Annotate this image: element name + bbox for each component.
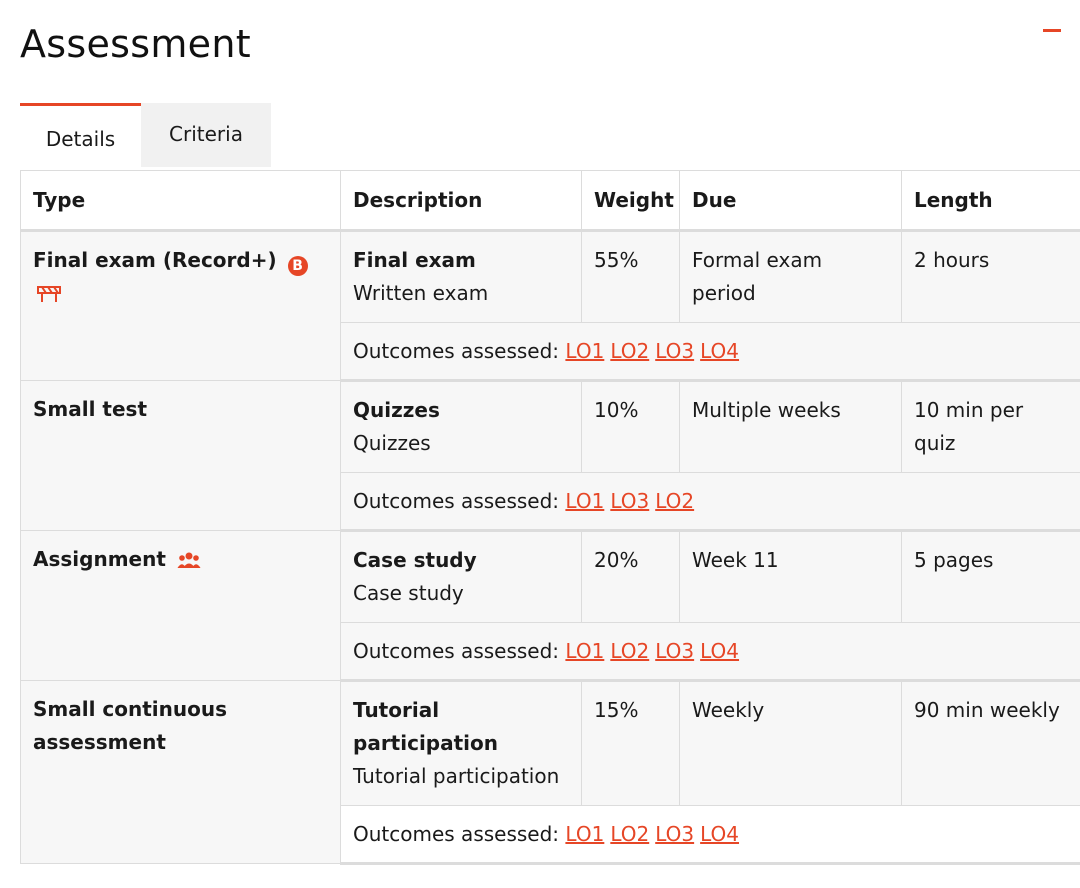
description-cell: Case study Case study	[340, 530, 582, 623]
outcome-link-lo2[interactable]: LO2	[610, 339, 649, 363]
type-label: Assignment	[33, 547, 166, 571]
description-subtitle: Quizzes	[353, 431, 431, 455]
type-cell: Small continuous assessment	[20, 680, 341, 864]
weight-cell: 10%	[581, 380, 680, 473]
due-cell: Weekly	[679, 680, 902, 806]
description-subtitle: Tutorial participation	[353, 764, 560, 788]
weight-cell: 55%	[581, 230, 680, 323]
outcomes-cell: Outcomes assessed: LO1 LO2 LO3 LO4	[340, 622, 1080, 682]
outcome-link-lo1[interactable]: LO1	[565, 822, 604, 846]
outcome-link-lo3[interactable]: LO3	[655, 339, 694, 363]
outcome-link-lo2[interactable]: LO2	[610, 639, 649, 663]
tab-details[interactable]: Details	[20, 103, 141, 167]
length-cell: 2 hours	[901, 230, 1080, 323]
tab-criteria[interactable]: Criteria	[141, 103, 271, 167]
outcomes-label: Outcomes assessed:	[353, 488, 560, 513]
outcomes-label: Outcomes assessed:	[353, 638, 560, 663]
description-title: Final exam	[353, 248, 476, 272]
weight-cell: 20%	[581, 530, 680, 623]
description-cell: Final exam Written exam	[340, 230, 582, 323]
outcome-link-lo1[interactable]: LO1	[565, 639, 604, 663]
outcome-link-lo3[interactable]: LO3	[655, 639, 694, 663]
outcomes-cell: Outcomes assessed: LO1 LO2 LO3 LO4	[340, 805, 1080, 865]
page-title: Assessment	[20, 22, 251, 66]
description-subtitle: Written exam	[353, 281, 489, 305]
outcome-link-lo1[interactable]: LO1	[565, 339, 604, 363]
table-header-row: Type Description Weight Due Length	[20, 170, 1080, 232]
table-row: Final exam (Record+) B Final exam Writte…	[20, 230, 1080, 381]
due-cell: Formal exam period	[679, 230, 902, 323]
column-header-due: Due	[679, 170, 902, 232]
type-label: Small test	[33, 397, 148, 421]
table-row: Small continuous assessment Tutorial par…	[20, 680, 1080, 864]
collapse-icon[interactable]	[1043, 29, 1061, 32]
type-cell: Assignment	[20, 530, 341, 681]
outcome-link-lo4[interactable]: LO4	[700, 639, 739, 663]
outcome-link-lo3[interactable]: LO3	[655, 822, 694, 846]
outcomes-label: Outcomes assessed:	[353, 821, 560, 846]
length-cell: 5 pages	[901, 530, 1080, 623]
tab-bar: Details Criteria	[20, 103, 271, 167]
column-header-weight: Weight	[581, 170, 680, 232]
column-header-type: Type	[20, 170, 341, 232]
type-cell: Final exam (Record+) B	[20, 230, 341, 381]
length-cell: 10 min per quiz	[901, 380, 1080, 473]
group-work-icon[interactable]	[177, 551, 201, 569]
description-title: Tutorial participation	[353, 698, 499, 755]
weight-cell: 15%	[581, 680, 680, 806]
description-title: Case study	[353, 548, 477, 572]
outcome-link-lo4[interactable]: LO4	[700, 339, 739, 363]
due-cell: Week 11	[679, 530, 902, 623]
outcome-link-lo2[interactable]: LO2	[610, 822, 649, 846]
barrier-icon[interactable]	[37, 285, 61, 303]
assessment-table: Type Description Weight Due Length Final…	[20, 170, 1080, 865]
description-cell: Tutorial participation Tutorial particip…	[340, 680, 582, 806]
outcome-link-lo1[interactable]: LO1	[565, 489, 604, 513]
table-row: Small test Quizzes Quizzes 10% Multiple …	[20, 380, 1080, 531]
due-cell: Multiple weeks	[679, 380, 902, 473]
assessment-table-container: Type Description Weight Due Length Final…	[20, 170, 1080, 865]
description-title: Quizzes	[353, 398, 440, 422]
hurdle-b-icon[interactable]: B	[287, 256, 308, 276]
table-row: Assignment Case study Case study 20% Wee…	[20, 530, 1080, 681]
description-cell: Quizzes Quizzes	[340, 380, 582, 473]
type-cell: Small test	[20, 380, 341, 531]
outcomes-cell: Outcomes assessed: LO1 LO2 LO3 LO4	[340, 322, 1080, 382]
column-header-length: Length	[901, 170, 1080, 232]
type-label: Final exam (Record+)	[33, 248, 277, 272]
outcome-link-lo4[interactable]: LO4	[700, 822, 739, 846]
length-cell: 90 min weekly	[901, 680, 1080, 806]
outcomes-cell: Outcomes assessed: LO1 LO3 LO2	[340, 472, 1080, 532]
description-subtitle: Case study	[353, 581, 464, 605]
outcome-link-lo2[interactable]: LO2	[655, 489, 694, 513]
outcome-link-lo3[interactable]: LO3	[610, 489, 649, 513]
column-header-description: Description	[340, 170, 582, 232]
type-label: Small continuous assessment	[33, 697, 228, 754]
outcomes-label: Outcomes assessed:	[353, 338, 560, 363]
